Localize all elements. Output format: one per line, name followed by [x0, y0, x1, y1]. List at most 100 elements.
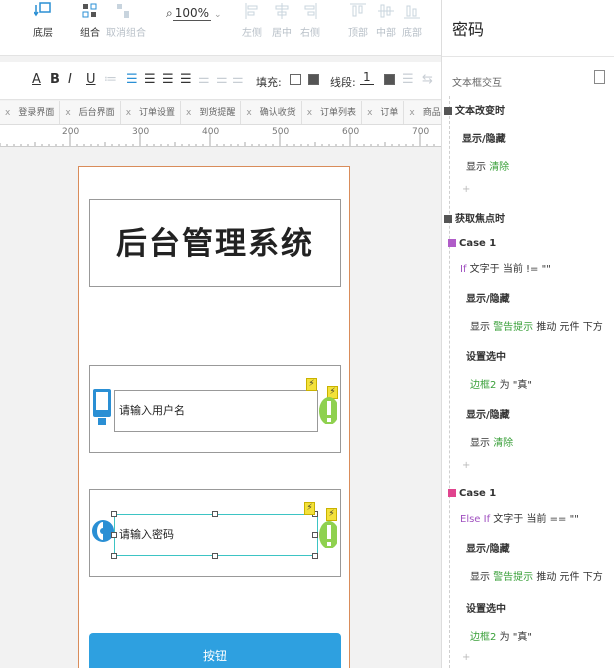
case-icon [448, 489, 456, 497]
case-1[interactable]: Case 1 [448, 238, 496, 249]
bottom-layer-icon [34, 2, 51, 17]
tab-label: 商品目录 [422, 108, 441, 118]
resize-handle[interactable] [312, 532, 318, 538]
arrow-style-icon[interactable]: ⇆ [422, 72, 433, 87]
tab-order-list[interactable]: x 订单列表 [302, 101, 363, 124]
line-style-icon[interactable]: ☰ [402, 72, 414, 87]
align-text-left-icon[interactable]: ☰ [126, 72, 138, 87]
align-right-button[interactable]: 右侧 [298, 0, 322, 39]
tab-arrival-reminder[interactable]: x 到货提醒 [181, 101, 242, 124]
ungroup-button[interactable]: 取消组合 [106, 0, 146, 39]
action-show-hide[interactable]: 显示/隐藏 [462, 130, 506, 145]
action-verb: 显示 [466, 162, 486, 173]
action-set-selected[interactable]: 设置选中 [466, 348, 506, 363]
ungroup-label: 取消组合 [106, 28, 146, 39]
design-canvas[interactable]: 后台管理系统 请输入用户名 ⚡ ⚡ 请输入密码 ⚡ ⚡ 按钮 [0, 148, 441, 668]
line-color-swatch[interactable] [384, 74, 395, 85]
action-show-hide[interactable]: 显示/隐藏 [466, 406, 510, 421]
collapse-icon[interactable] [444, 215, 452, 223]
action-detail[interactable]: 显示 警告提示 推动 元件 下方 [470, 318, 603, 333]
align-top-icon [350, 3, 366, 17]
close-icon[interactable]: x [65, 108, 70, 118]
align-text-justify-icon[interactable]: ☰ [180, 72, 192, 87]
tab-confirm-receipt[interactable]: x 确认收货 [241, 101, 302, 124]
event-got-focus[interactable]: 获取焦点时 [444, 210, 505, 225]
username-input[interactable]: 请输入用户名 [114, 390, 318, 432]
tab-order[interactable]: x 订单 [362, 101, 405, 124]
align-bottom-label: 底部 [402, 28, 422, 39]
password-field-group[interactable]: 请输入密码 ⚡ ⚡ [89, 489, 341, 577]
tab-order-settings[interactable]: x 订单设置 [121, 101, 182, 124]
title-box[interactable]: 后台管理系统 [89, 199, 341, 287]
collapse-icon[interactable] [444, 107, 452, 115]
add-action-icon[interactable]: + [462, 184, 470, 195]
close-icon[interactable]: x [409, 108, 414, 118]
line-width-select[interactable]: 1 [360, 70, 374, 85]
valign-top-icon[interactable]: ⚌ [198, 72, 210, 87]
valign-bottom-icon[interactable]: ⚌ [232, 72, 244, 87]
align-top-button[interactable]: 顶部 [346, 0, 370, 39]
password-input[interactable]: 请输入密码 [114, 514, 318, 556]
action-detail[interactable]: 显示 清除 [470, 434, 513, 449]
case-2[interactable]: Case 1 [448, 488, 496, 499]
align-text-center-icon[interactable]: ☰ [144, 72, 156, 87]
valign-middle-icon[interactable]: ⚌ [216, 72, 228, 87]
add-action-icon[interactable]: + [462, 652, 470, 663]
page-title: 后台管理系统 [116, 226, 314, 262]
submit-button[interactable]: 按钮 [89, 633, 341, 668]
username-field-group[interactable]: 请输入用户名 ⚡ ⚡ [89, 365, 341, 453]
close-icon[interactable]: x [367, 108, 372, 118]
tab-label: 确认收货 [259, 108, 296, 118]
align-left-button[interactable]: 左侧 [240, 0, 264, 39]
resize-handle[interactable] [212, 511, 218, 517]
close-icon[interactable]: x [246, 108, 251, 118]
bottom-layer-button[interactable]: 底层 [30, 0, 56, 39]
condition-text: 文字于 当前 == "" [493, 514, 579, 525]
action-show-hide[interactable]: 显示/隐藏 [466, 540, 510, 555]
expand-icon[interactable] [594, 70, 605, 84]
action-target: 边框2 [470, 380, 497, 391]
resize-handle[interactable] [312, 553, 318, 559]
tab-product-catalog[interactable]: x 商品目录 [404, 101, 441, 124]
fill-color-swatch[interactable] [290, 74, 301, 85]
close-icon[interactable]: x [307, 108, 312, 118]
align-text-right-icon[interactable]: ☰ [162, 72, 174, 87]
tab-admin[interactable]: x 后台界面 [60, 101, 121, 124]
align-bottom-button[interactable]: 底部 [400, 0, 424, 39]
case-2-condition[interactable]: Else If 文字于 当前 == "" [460, 510, 579, 525]
close-icon[interactable]: x [126, 108, 131, 118]
zoom-select[interactable]: ⌕ 100% ⌄ [166, 6, 222, 21]
resize-handle[interactable] [111, 553, 117, 559]
align-middle-button[interactable]: 中部 [374, 0, 398, 39]
align-center-button[interactable]: 居中 [270, 0, 294, 39]
action-suffix: 推动 元件 下方 [536, 322, 603, 333]
resize-handle[interactable] [111, 511, 117, 517]
bullet-list-icon[interactable]: ≔ [104, 72, 117, 87]
bold-icon[interactable]: B [50, 72, 60, 87]
underline-icon[interactable]: U [86, 72, 96, 87]
group-button[interactable]: 组合 [78, 0, 102, 39]
line-label: 线段: [330, 76, 356, 89]
zoom-search-icon: ⌕ [166, 6, 173, 20]
fill-dark-swatch[interactable] [308, 74, 319, 85]
tab-label: 订单列表 [320, 108, 357, 118]
font-color-icon[interactable]: A [32, 72, 41, 87]
add-action-icon[interactable]: + [462, 460, 470, 471]
align-top-label: 顶部 [348, 28, 368, 39]
event-text-changed[interactable]: 文本改变时 [444, 102, 505, 117]
tab-label: 到货提醒 [199, 108, 236, 118]
action-detail[interactable]: 显示 清除 [466, 158, 509, 173]
action-detail[interactable]: 边框2 为 "真" [470, 628, 532, 643]
case-1-condition[interactable]: If 文字于 当前 != "" [460, 260, 551, 275]
close-icon[interactable]: x [186, 108, 191, 118]
italic-icon[interactable]: I [68, 72, 72, 87]
resize-handle[interactable] [111, 532, 117, 538]
action-verb: 显示 [470, 572, 490, 583]
tab-login[interactable]: x 登录界面 [0, 101, 61, 124]
action-show-hide[interactable]: 显示/隐藏 [466, 290, 510, 305]
action-detail[interactable]: 显示 警告提示 推动 元件 下方 [470, 568, 603, 583]
close-icon[interactable]: x [5, 108, 10, 118]
action-detail[interactable]: 边框2 为 "真" [470, 376, 532, 391]
action-set-selected[interactable]: 设置选中 [466, 600, 506, 615]
resize-handle[interactable] [212, 553, 218, 559]
